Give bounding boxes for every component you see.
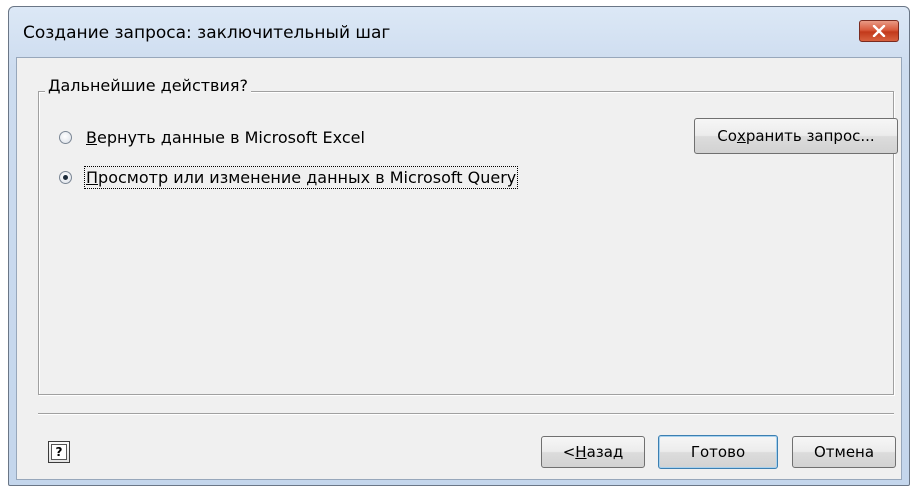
screen-background: Создание запроса: заключительный шаг Дал… xyxy=(0,0,917,492)
radio-label-view-in-query[interactable]: Просмотр или изменение данных в Microsof… xyxy=(83,166,519,189)
close-x-icon xyxy=(872,25,886,37)
radio-button-checked[interactable] xyxy=(59,171,72,184)
help-button[interactable]: ? xyxy=(48,441,70,463)
radio-return-to-excel[interactable]: Вернуть данные в Microsoft Excel xyxy=(59,128,365,147)
title-bar[interactable]: Создание запроса: заключительный шаг xyxy=(9,7,909,57)
radio-label-return-to-excel[interactable]: Вернуть данные в Microsoft Excel xyxy=(86,128,365,147)
radio-button-unchecked[interactable] xyxy=(59,131,72,144)
help-question-icon: ? xyxy=(51,444,67,460)
bottom-separator xyxy=(38,413,894,415)
window-title: Создание запроса: заключительный шаг xyxy=(23,23,391,43)
group-label: Дальнейшие действия? xyxy=(45,76,251,95)
radio-view-in-query[interactable]: Просмотр или изменение данных в Microsof… xyxy=(59,166,519,189)
back-button[interactable]: < Назад xyxy=(541,436,645,468)
dialog-client-area: Дальнейшие действия? Вернуть данные в Mi… xyxy=(16,57,902,480)
cancel-button[interactable]: Отмена xyxy=(792,436,896,468)
finish-button[interactable]: Готово xyxy=(658,435,778,469)
dialog-window: Создание запроса: заключительный шаг Дал… xyxy=(8,6,910,486)
close-button[interactable] xyxy=(859,20,899,42)
save-query-button[interactable]: Со х ранить запрос... xyxy=(694,118,898,154)
